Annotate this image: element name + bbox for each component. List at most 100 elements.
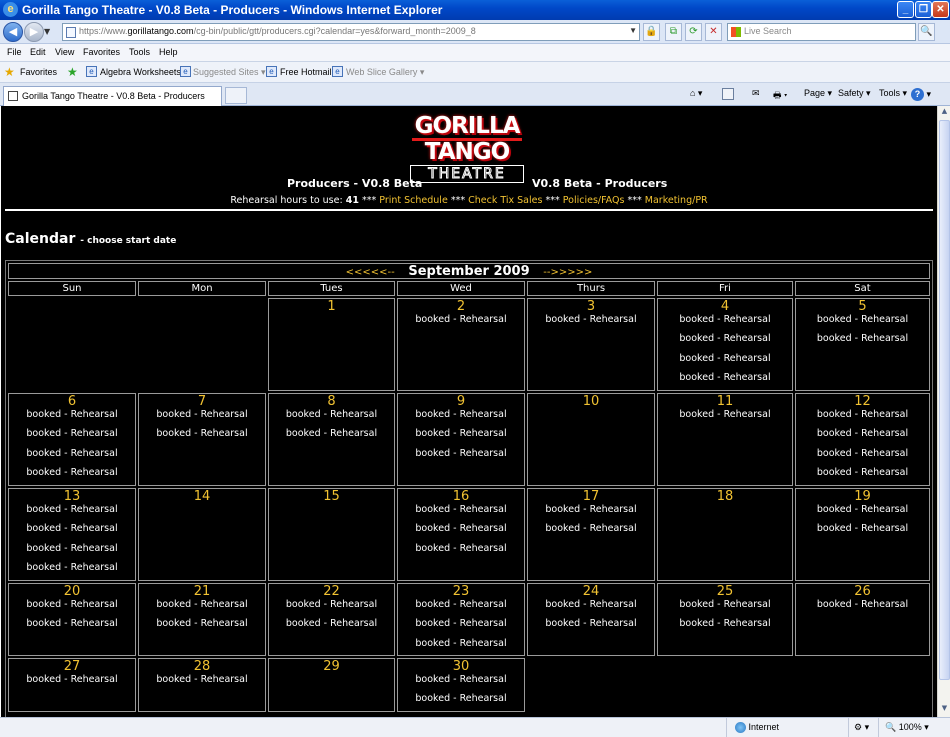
calendar-day-cell[interactable]: 11 booked - Rehearsal	[657, 393, 793, 486]
calendar-day-cell[interactable]: 16 booked - Rehearsal booked - Rehearsal bo…	[397, 488, 525, 581]
search-icon[interactable]: 🔍	[918, 23, 935, 41]
print-schedule-link[interactable]: Print Schedule	[379, 195, 448, 206]
fav-link-algebra[interactable]: Algebra Worksheets	[100, 67, 181, 77]
day-number[interactable]: 20	[9, 585, 135, 599]
safety-menu[interactable]: Safety ▾	[838, 88, 871, 99]
mail-icon[interactable]: ✉	[752, 88, 760, 99]
day-number[interactable]: 12	[796, 395, 929, 409]
forward-button[interactable]: ▶	[24, 22, 44, 42]
day-number[interactable]: 4	[658, 300, 792, 314]
day-number[interactable]: 23	[398, 585, 524, 599]
marketing-pr-link[interactable]: Marketing/PR	[645, 195, 708, 206]
calendar-day-cell[interactable]: 27 booked - Rehearsal	[8, 658, 136, 712]
check-tix-sales-link[interactable]: Check Tix Sales	[468, 195, 542, 206]
day-number[interactable]: 18	[658, 490, 792, 504]
calendar-day-cell[interactable]: 26 booked - Rehearsal	[795, 583, 930, 656]
day-number[interactable]: 21	[139, 585, 265, 599]
calendar-day-cell[interactable]: 21 booked - Rehearsal booked - Rehearsal	[138, 583, 266, 656]
next-month-link[interactable]: -->>>>>	[543, 267, 592, 278]
day-number[interactable]: 22	[269, 585, 394, 599]
scroll-up-icon[interactable]: ▲	[939, 107, 950, 119]
day-number[interactable]: 9	[398, 395, 524, 409]
menu-view[interactable]: View	[55, 47, 74, 57]
calendar-day-cell[interactable]: 14	[138, 488, 266, 581]
feeds-icon[interactable]	[722, 88, 734, 100]
calendar-day-cell[interactable]: 28 booked - Rehearsal	[138, 658, 266, 712]
day-number[interactable]: 29	[269, 660, 394, 674]
calendar-day-cell[interactable]: 10	[527, 393, 655, 486]
day-number[interactable]: 17	[528, 490, 654, 504]
home-icon[interactable]: ⌂ ▾	[690, 88, 702, 99]
calendar-day-cell[interactable]: 7 booked - Rehearsal booked - Rehearsal	[138, 393, 266, 486]
day-number[interactable]: 25	[658, 585, 792, 599]
calendar-day-cell[interactable]: 5 booked - Rehearsal booked - Rehearsal	[795, 298, 930, 391]
address-bar[interactable]: https://www.gorillatango.com/cg-bin/publ…	[62, 23, 640, 41]
calendar-day-cell[interactable]: 29	[268, 658, 395, 712]
day-number[interactable]: 13	[9, 490, 135, 504]
page-menu[interactable]: Page ▾	[804, 88, 832, 99]
calendar-day-cell[interactable]: 17 booked - Rehearsal booked - Rehearsal	[527, 488, 655, 581]
day-number[interactable]: 15	[269, 490, 394, 504]
policies-faqs-link[interactable]: Policies/FAQs	[563, 195, 625, 206]
address-dropdown-icon[interactable]: ▼	[629, 26, 637, 35]
menu-tools[interactable]: Tools	[129, 47, 150, 57]
day-number[interactable]: 2	[398, 300, 524, 314]
search-input[interactable]: Live Search	[727, 23, 916, 41]
day-number[interactable]: 27	[9, 660, 135, 674]
tools-menu[interactable]: Tools ▾	[879, 88, 907, 99]
history-dropdown-icon[interactable]: ▼	[44, 27, 50, 36]
zoom-control[interactable]: 🔍 100% ▾	[878, 718, 950, 737]
day-number[interactable]: 24	[528, 585, 654, 599]
day-number[interactable]: 8	[269, 395, 394, 409]
day-number[interactable]: 26	[796, 585, 929, 599]
vertical-scrollbar[interactable]: ▲ ▼	[937, 106, 950, 717]
day-number[interactable]: 16	[398, 490, 524, 504]
day-number[interactable]: 6	[9, 395, 135, 409]
maximize-button[interactable]: ❐	[915, 1, 932, 18]
minimize-button[interactable]: _	[897, 1, 914, 18]
calendar-day-cell[interactable]: 2 booked - Rehearsal	[397, 298, 525, 391]
stop-icon[interactable]: ✕	[705, 23, 722, 41]
refresh-icon[interactable]: ⟳	[685, 23, 702, 41]
close-button[interactable]: ✕	[932, 1, 949, 18]
calendar-day-cell[interactable]: 24 booked - Rehearsal booked - Rehearsal	[527, 583, 655, 656]
menu-favorites[interactable]: Favorites	[83, 47, 120, 57]
day-number[interactable]: 10	[528, 395, 654, 409]
day-number[interactable]: 3	[528, 300, 654, 314]
day-number[interactable]: 19	[796, 490, 929, 504]
favorites-star-icon[interactable]: ★	[4, 65, 15, 79]
calendar-day-cell[interactable]: 1	[268, 298, 395, 391]
calendar-day-cell[interactable]: 6 booked - Rehearsal booked - Rehearsal boo…	[8, 393, 136, 486]
day-number[interactable]: 30	[398, 660, 524, 674]
menu-help[interactable]: Help	[159, 47, 178, 57]
fav-link-suggested[interactable]: Suggested Sites ▾	[193, 67, 266, 78]
day-number[interactable]: 7	[139, 395, 265, 409]
back-button[interactable]: ◀	[3, 22, 23, 42]
calendar-day-cell[interactable]: 20 booked - Rehearsal booked - Rehearsal	[8, 583, 136, 656]
menu-file[interactable]: File	[7, 47, 22, 57]
favorites-button[interactable]: Favorites	[20, 67, 57, 77]
calendar-day-cell[interactable]: 3 booked - Rehearsal	[527, 298, 655, 391]
calendar-day-cell[interactable]: 30 booked - Rehearsal booked - Rehearsal	[397, 658, 525, 712]
day-number[interactable]: 1	[269, 300, 394, 314]
calendar-day-cell[interactable]: 8 booked - Rehearsal booked - Rehearsal	[268, 393, 395, 486]
new-tab-button[interactable]	[225, 87, 247, 104]
add-favorite-icon[interactable]: ★	[67, 65, 78, 79]
calendar-day-cell[interactable]: 13 booked - Rehearsal booked - Rehearsal bo…	[8, 488, 136, 581]
scroll-down-icon[interactable]: ▼	[939, 704, 950, 716]
scrollbar-thumb[interactable]	[939, 120, 950, 680]
menu-edit[interactable]: Edit	[30, 47, 46, 57]
tab-active[interactable]: Gorilla Tango Theatre - V0.8 Beta - Prod…	[3, 86, 222, 106]
day-number[interactable]: 14	[139, 490, 265, 504]
compatibility-icon[interactable]: ⧉	[665, 23, 682, 41]
lock-icon[interactable]: 🔒	[643, 23, 660, 41]
calendar-day-cell[interactable]: 18	[657, 488, 793, 581]
calendar-day-cell[interactable]: 23 booked - Rehearsal booked - Rehearsal bo…	[397, 583, 525, 656]
fav-link-hotmail[interactable]: Free Hotmail	[280, 67, 332, 77]
calendar-day-cell[interactable]: 12 booked - Rehearsal booked - Rehearsal bo…	[795, 393, 930, 486]
calendar-day-cell[interactable]: 15	[268, 488, 395, 581]
calendar-day-cell[interactable]: 19 booked - Rehearsal booked - Rehearsal	[795, 488, 930, 581]
calendar-day-cell[interactable]: 4 booked - Rehearsal booked - Rehearsal boo…	[657, 298, 793, 391]
calendar-day-cell[interactable]: 9 booked - Rehearsal booked - Rehearsal boo…	[397, 393, 525, 486]
day-number[interactable]: 5	[796, 300, 929, 314]
